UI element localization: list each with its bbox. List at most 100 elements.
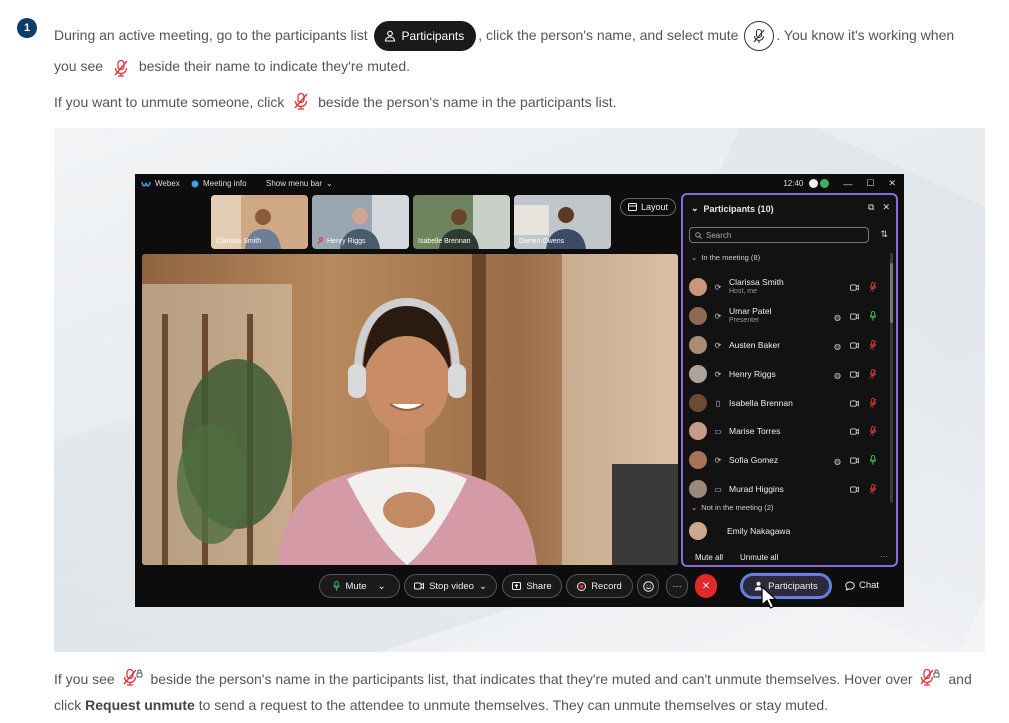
stop-video-label: Stop video <box>429 580 474 592</box>
muted-mic-icon[interactable] <box>869 369 877 381</box>
popout-icon[interactable]: ⧉ <box>868 202 874 213</box>
participant-row[interactable]: ⟳ Umar Patel Presenter ◍ <box>689 304 879 328</box>
close-icon[interactable]: ✕ <box>882 202 890 213</box>
mic-icon[interactable] <box>869 311 877 323</box>
request-unmute-label: Request unmute <box>85 696 195 713</box>
participant-row[interactable]: Emily Nakagawa <box>689 519 879 543</box>
thumbnail-name: Darren Owens <box>519 238 565 245</box>
mic-icon <box>333 581 341 591</box>
participant-row[interactable]: ▯ Isabella Brennan <box>689 391 879 415</box>
share-icon <box>512 582 522 590</box>
participants-button-label: Participants <box>401 29 465 44</box>
sync-icon: ⟳ <box>714 340 722 350</box>
webex-logo-icon <box>141 181 151 187</box>
intro-paragraph: During an active meeting, go to the part… <box>54 20 994 81</box>
participant-row[interactable]: ▭ Marise Torres <box>689 419 879 443</box>
record-icon <box>577 581 587 591</box>
sort-icon[interactable]: ⇅ <box>880 229 888 240</box>
camera-icon <box>850 399 859 409</box>
participant-name: Sofia Gomez <box>729 455 779 465</box>
muted-mic-icon[interactable] <box>869 398 877 410</box>
share-label: Share <box>526 580 552 592</box>
intro-text-2: , click the person's name, and select mu… <box>478 27 739 43</box>
participant-name: Isabella Brennan <box>729 398 793 408</box>
participant-row[interactable]: ⟳ Sofia Gomez ◍ <box>689 448 879 472</box>
scrollbar[interactable] <box>890 253 893 503</box>
camera-icon <box>850 370 859 380</box>
panel-more-button[interactable]: ··· <box>880 552 888 561</box>
participant-row[interactable]: ⟳ Clarissa Smith Host, me <box>689 275 879 299</box>
avatar <box>689 480 707 498</box>
mute-button[interactable]: Mute ⌄ <box>319 574 400 598</box>
screenshot-illustration: Webex Meeting info Show menu bar ⌄ 12:40… <box>54 128 985 652</box>
end-call-button[interactable]: ✕ <box>695 574 717 598</box>
avatar <box>689 394 707 412</box>
layout-icon <box>628 203 637 211</box>
muted-mic-icon[interactable] <box>869 426 877 438</box>
chevron-down-icon: ⌄ <box>691 503 698 512</box>
muted-mic-icon[interactable] <box>869 282 877 294</box>
more-options-button[interactable]: ··· <box>666 574 688 598</box>
show-menu-bar-button[interactable]: Show menu bar ⌄ <box>266 179 333 188</box>
share-button[interactable]: Share <box>502 574 562 598</box>
participant-row[interactable]: ⟳ Austen Baker ◍ <box>689 333 879 357</box>
footer-text-5: to send a request to the attendee to unm… <box>198 696 829 713</box>
search-placeholder: Search <box>706 230 732 240</box>
thumbnail-video[interactable]: Darren Owens <box>514 195 611 249</box>
avatar <box>689 336 707 354</box>
thumbnail-video[interactable]: Henry Riggs <box>312 195 409 249</box>
participant-name: Umar Patel Presenter <box>729 306 772 324</box>
avatar <box>689 451 707 469</box>
unmute-all-button[interactable]: Unmute all <box>740 553 778 562</box>
participant-status-icons <box>834 398 877 410</box>
sync-icon: ⟳ <box>714 282 722 292</box>
layout-button[interactable]: Layout <box>620 198 677 216</box>
footer-text-2: beside the person's name in the particip… <box>150 671 913 687</box>
chevron-down-icon[interactable]: ⌄ <box>691 203 699 214</box>
in-meeting-label: In the meeting (8) <box>701 253 761 262</box>
maximize-icon[interactable]: ☐ <box>866 178 874 189</box>
participant-status-icons <box>834 282 877 294</box>
chevron-down-icon: ⌄ <box>691 253 698 262</box>
camera-icon <box>850 456 859 466</box>
thumbnail-video[interactable]: Clarissa Smith <box>211 195 308 249</box>
participants-panel-header: ⌄ Participants (10) <box>691 203 774 214</box>
mute-button-illustration <box>744 21 775 52</box>
participant-row[interactable]: ⟳ Henry Riggs ◍ <box>689 362 879 386</box>
participant-role: Presenter <box>729 317 760 324</box>
network-status-icon <box>809 179 819 188</box>
mic-icon[interactable] <box>869 455 877 467</box>
muted-mic-icon[interactable] <box>869 340 877 352</box>
participants-search-input[interactable]: Search <box>689 227 869 243</box>
participant-row[interactable]: ▭ Murad Higgins <box>689 477 879 501</box>
camera-icon <box>850 341 859 351</box>
thumbnail-name: Henry Riggs <box>327 237 366 245</box>
reactions-button[interactable] <box>637 574 659 598</box>
thumbnail-name: Isabelle Brennan <box>418 238 471 245</box>
chat-button[interactable]: Chat <box>845 580 879 591</box>
participant-name: Emily Nakagawa <box>727 526 791 536</box>
thumbnail-video[interactable]: Isabelle Brennan <box>413 195 510 249</box>
camera-icon <box>850 427 859 437</box>
in-meeting-section-header[interactable]: ⌄ In the meeting (8) <box>691 253 760 262</box>
emoji-icon <box>642 580 654 592</box>
mute-all-button[interactable]: Mute all <box>695 553 723 562</box>
close-icon[interactable]: ✕ <box>888 178 896 189</box>
participant-status-icons: ◍ <box>834 311 877 323</box>
window-controls: 12:40 — ☐ ✕ <box>783 178 896 189</box>
muted-mic-icon[interactable] <box>869 484 877 496</box>
minimize-icon[interactable]: — <box>843 179 852 189</box>
mute-label: Mute <box>345 580 367 592</box>
meeting-info-button[interactable]: Meeting info <box>191 179 247 188</box>
muted-mic-icon <box>293 92 309 115</box>
record-button[interactable]: Record <box>566 574 633 598</box>
meeting-info-label: Meeting info <box>203 179 247 188</box>
not-in-meeting-section-header[interactable]: ⌄ Not in the meeting (2) <box>691 503 773 512</box>
participants-button[interactable]: Participants <box>741 574 831 598</box>
participant-status-icons <box>834 484 877 496</box>
unmute-text-2: beside the person's name in the particip… <box>318 94 617 111</box>
brand-label: Webex <box>155 179 180 188</box>
participant-status-icons: ◍ <box>834 369 877 381</box>
stop-video-button[interactable]: Stop video ⌄ <box>404 574 497 598</box>
participant-status-icons <box>834 426 877 438</box>
